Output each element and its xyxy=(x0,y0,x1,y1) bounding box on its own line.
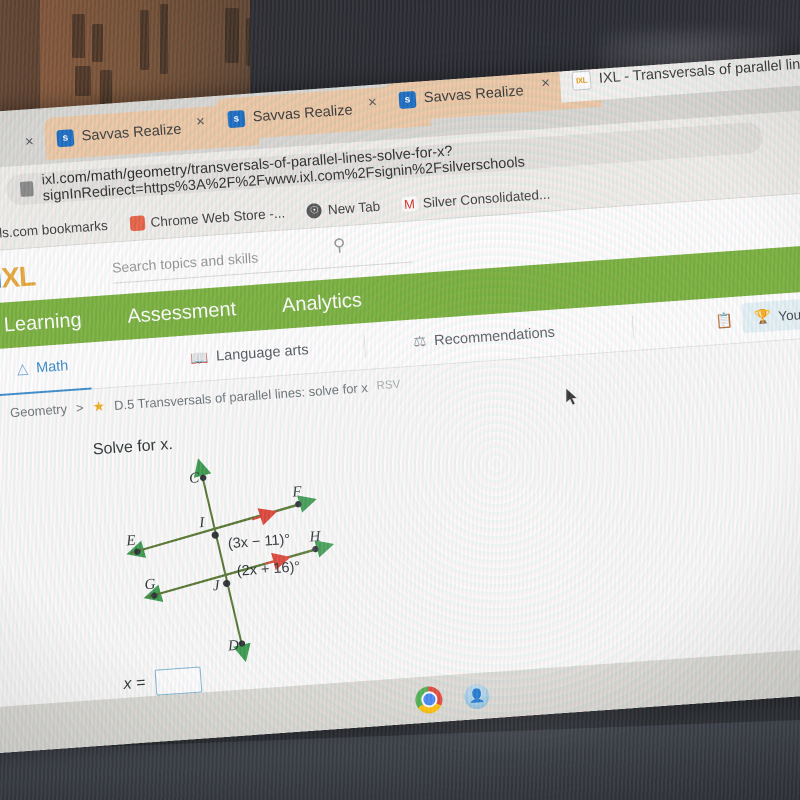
ixl-icon: IXL xyxy=(571,69,592,91)
line-CD xyxy=(198,461,251,663)
subnav-label: Language arts xyxy=(215,342,310,365)
tab-close-icon[interactable]: × xyxy=(195,113,205,131)
ixl-logo-xl: XL xyxy=(0,260,37,294)
breadcrumb-badge: RSV xyxy=(376,378,401,393)
tab-close-icon[interactable]: × xyxy=(367,94,377,112)
tab-close-icon[interactable]: × xyxy=(24,133,34,151)
bookmark-item[interactable]: ☉ New Tab xyxy=(306,198,381,219)
nav-item-analytics[interactable]: Analytics xyxy=(281,289,362,318)
point-G xyxy=(151,592,158,599)
book xyxy=(140,10,149,70)
savvas-icon: s xyxy=(398,90,417,109)
breadcrumb-separator: > xyxy=(75,399,85,416)
laptop-screen: × s Savvas Realize × s Savvas Realize × … xyxy=(0,46,800,757)
label-H: H xyxy=(308,529,322,546)
prizes-text: You have prizes to r xyxy=(777,300,800,324)
globe-icon: ☉ xyxy=(306,202,323,219)
question-prompt: Solve for x. xyxy=(92,435,174,459)
subnav-divider xyxy=(363,335,367,358)
gmail-icon: M xyxy=(401,195,418,212)
subnav-label: Recommendations xyxy=(433,324,556,350)
point-J xyxy=(223,579,231,588)
label-I: I xyxy=(198,515,206,531)
subnav-label: Math xyxy=(35,357,69,376)
chrome-store-icon xyxy=(129,214,146,231)
book xyxy=(100,70,112,106)
subnav-divider xyxy=(631,316,635,339)
savvas-icon: s xyxy=(227,109,246,128)
label-J: J xyxy=(212,578,221,595)
geometry-figure: C D E F G H I J (3x − 11)° (2x + 16)° xyxy=(98,442,413,683)
tab-title: Savvas Realize xyxy=(423,83,525,107)
angle-expression-bottom: (2x + 16)° xyxy=(236,559,300,579)
breadcrumb-subject[interactable]: Geometry xyxy=(10,401,68,420)
label-E: E xyxy=(125,533,136,550)
book xyxy=(72,14,85,58)
mouse-cursor xyxy=(566,388,579,406)
tab-title: Savvas Realize xyxy=(252,102,354,126)
point-D xyxy=(238,640,246,647)
angle-expression-top: (3x − 11)° xyxy=(227,532,290,552)
seesaw-app-icon[interactable]: 👤 xyxy=(463,682,491,710)
label-D: D xyxy=(227,638,240,655)
bookmark-label: Silver Consolidated... xyxy=(422,186,551,211)
point-I xyxy=(211,531,219,539)
book xyxy=(92,24,103,62)
page-info-icon[interactable] xyxy=(19,181,34,198)
chrome-icon[interactable] xyxy=(414,685,444,714)
point-C xyxy=(199,474,207,482)
label-F: F xyxy=(291,484,303,501)
book-icon: 📖 xyxy=(189,349,209,367)
label-C: C xyxy=(189,470,201,487)
book xyxy=(160,4,168,74)
search-icon[interactable]: ⚲ xyxy=(332,235,346,256)
label-G: G xyxy=(144,576,156,593)
bookmark-label: Chrome Web Store -... xyxy=(149,204,286,230)
tab-close-icon[interactable]: × xyxy=(541,74,551,92)
bookmark-label: New Tab xyxy=(327,198,381,217)
math-prism-icon: △ xyxy=(16,360,29,378)
bookmark-item[interactable]: M Silver Consolidated... xyxy=(401,186,551,212)
answer-label: x = xyxy=(122,674,146,693)
book xyxy=(75,66,91,96)
skill-plans-icon: 📋 xyxy=(714,312,735,330)
bookmark-label: verschools.com bookmarks xyxy=(0,217,109,244)
book xyxy=(225,8,239,63)
photo-of-laptop-screen: × s Savvas Realize × s Savvas Realize × … xyxy=(0,0,800,800)
bookmark-item[interactable]: verschools.com bookmarks xyxy=(0,217,108,245)
nav-item-assessment[interactable]: Assessment xyxy=(127,298,237,329)
star-icon[interactable]: ★ xyxy=(92,397,106,415)
trophy-icon: 🏆 xyxy=(754,308,772,325)
bookmark-item[interactable]: Chrome Web Store -... xyxy=(129,204,286,231)
tab-title: Savvas Realize xyxy=(81,121,183,145)
transversal-diagram-svg: C D E F G H I J (3x − 11)° (2x + 16)° xyxy=(125,458,335,663)
subnav-item-math[interactable]: △ Math xyxy=(0,341,93,397)
recommendations-icon: ⚖ xyxy=(412,333,427,351)
savvas-icon: s xyxy=(56,128,75,147)
nav-item-learning[interactable]: Learning xyxy=(3,309,82,337)
answer-input[interactable] xyxy=(154,666,203,696)
point-E xyxy=(134,548,141,555)
ixl-logo[interactable]: IXL xyxy=(0,260,36,295)
